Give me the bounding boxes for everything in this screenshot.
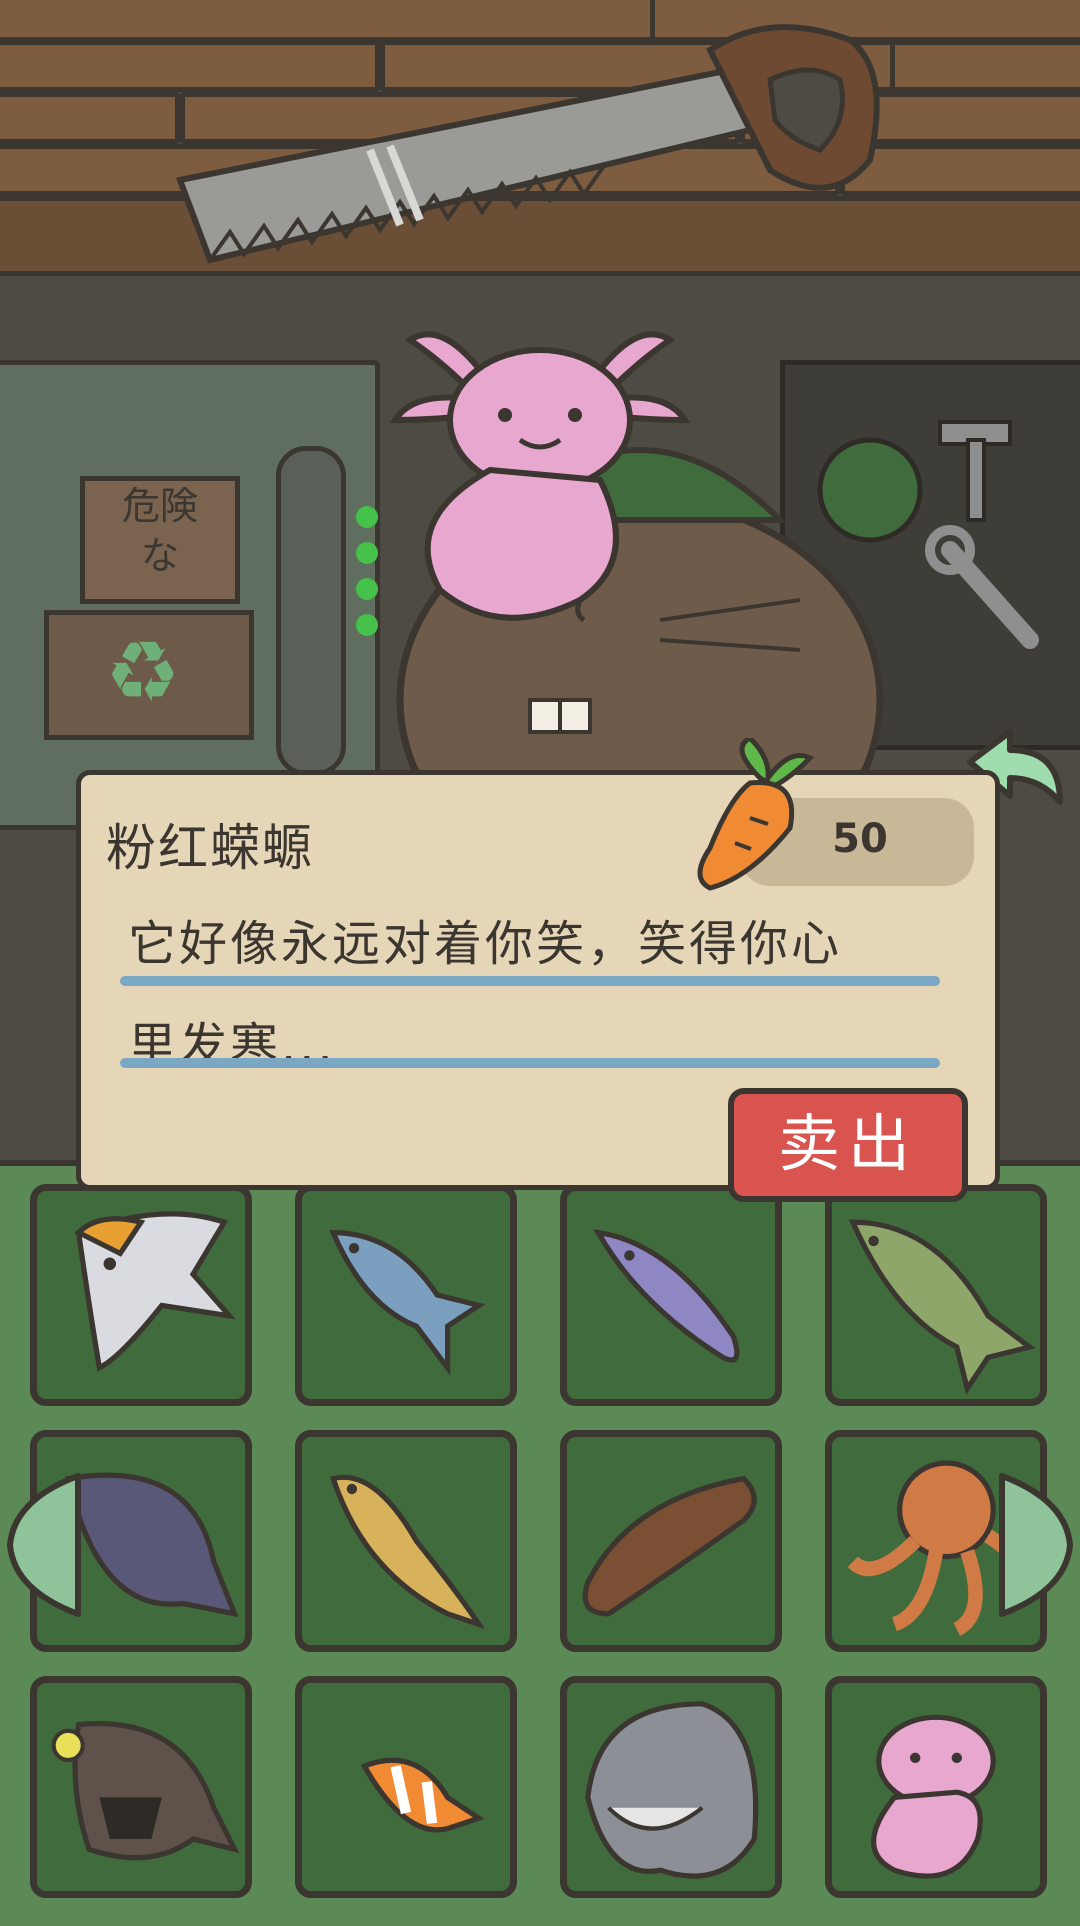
shark-icon bbox=[585, 1701, 759, 1879]
needlefish-icon bbox=[593, 1229, 740, 1363]
clownfish-icon bbox=[360, 1757, 485, 1833]
inventory-slot-sea-cucumber[interactable] bbox=[560, 1430, 782, 1652]
right-arrow-icon[interactable] bbox=[996, 1470, 1076, 1620]
description-underline bbox=[120, 1058, 940, 1068]
plank bbox=[0, 92, 180, 144]
danger-sign: 危険 な bbox=[80, 476, 240, 604]
sea-cucumber-icon bbox=[582, 1475, 757, 1617]
inventory-slot-blue-fish[interactable] bbox=[295, 1184, 517, 1406]
description-underline bbox=[120, 976, 940, 986]
inventory-slot-anglerfish[interactable] bbox=[30, 1676, 252, 1898]
item-name: 粉红蝾螈 bbox=[106, 819, 314, 877]
gauge-tube bbox=[276, 446, 346, 776]
sell-button[interactable]: 卖出 bbox=[728, 1088, 968, 1202]
anglerfish-icon bbox=[51, 1721, 240, 1861]
recycle-box: ♻ bbox=[44, 610, 254, 740]
inventory-slot-green-bass[interactable] bbox=[825, 1184, 1047, 1406]
axolotl-featured-icon bbox=[389, 331, 691, 621]
item-description-line1: 它好像永远对着你笑，笑得你心 bbox=[128, 916, 843, 972]
angelfish-icon bbox=[74, 1211, 237, 1372]
item-price: 50 bbox=[832, 816, 888, 862]
inventory-slot-angelfish[interactable] bbox=[30, 1184, 252, 1406]
goby-icon bbox=[329, 1474, 486, 1630]
recycle-icon: ♻ bbox=[105, 623, 181, 721]
blue-fish-icon bbox=[329, 1229, 486, 1376]
inventory-slot-axolotl[interactable] bbox=[825, 1676, 1047, 1898]
green-bass-icon bbox=[848, 1219, 1036, 1395]
inventory-slot-needlefish[interactable] bbox=[560, 1184, 782, 1406]
saw-icon bbox=[175, 24, 880, 264]
danger-sign-text: な bbox=[140, 534, 179, 578]
inventory-slot-shark[interactable] bbox=[560, 1676, 782, 1898]
inventory-slot-goby[interactable] bbox=[295, 1430, 517, 1652]
axolotl-icon bbox=[871, 1714, 996, 1879]
danger-sign-text: 危険 bbox=[121, 484, 198, 528]
inventory-slot-clownfish[interactable] bbox=[295, 1676, 517, 1898]
plank bbox=[890, 40, 1080, 92]
left-arrow-icon[interactable] bbox=[4, 1470, 84, 1620]
